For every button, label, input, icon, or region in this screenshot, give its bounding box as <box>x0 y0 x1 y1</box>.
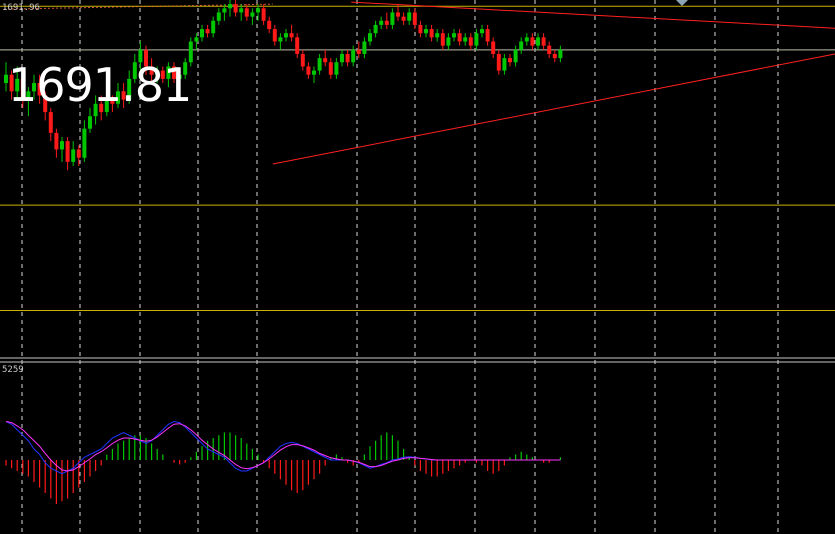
top-price-label: 1691.96 <box>2 3 40 13</box>
candle-body <box>295 37 300 54</box>
current-price-display: 1691.81 <box>8 58 192 112</box>
candle-body <box>440 33 445 46</box>
candle-body <box>401 16 406 21</box>
candle-body <box>480 29 484 34</box>
candle-body <box>65 141 70 162</box>
candle-body <box>508 58 512 63</box>
candle-body <box>536 37 540 46</box>
candle-body <box>474 33 479 46</box>
candle-body <box>457 33 462 42</box>
candle-body <box>334 62 339 75</box>
candle-body <box>390 12 395 25</box>
candle-body <box>356 49 361 54</box>
macd-panel <box>5 420 562 504</box>
candle-body <box>278 37 283 42</box>
candle-body <box>452 33 456 38</box>
candle-body <box>244 8 249 17</box>
candle-body <box>485 29 490 42</box>
candle-body <box>524 37 529 42</box>
candle-body <box>547 45 552 54</box>
candle-body <box>233 4 238 13</box>
candle-body <box>228 4 232 9</box>
candle-body <box>384 20 389 25</box>
candle-body <box>429 29 434 38</box>
candle-body <box>211 20 216 34</box>
candle-body <box>519 41 524 50</box>
candle-body <box>239 8 244 13</box>
candle-body <box>340 53 344 63</box>
candle-body <box>306 66 311 75</box>
candle-body <box>373 24 378 34</box>
candle-body <box>396 12 400 17</box>
candle-body <box>368 33 372 42</box>
candle-body <box>345 53 350 63</box>
candle-body <box>48 112 53 133</box>
candle-body <box>379 20 384 25</box>
candle-body <box>496 53 501 71</box>
horizontal-levels <box>0 5 835 312</box>
candle-body <box>88 116 92 129</box>
candle-body <box>468 37 473 46</box>
candle-body <box>558 49 563 59</box>
indicator-value-label: 5259 <box>2 365 24 375</box>
candle-body <box>289 33 294 38</box>
candle-body <box>222 8 227 13</box>
candle-body <box>328 62 333 75</box>
candle-body <box>261 8 266 21</box>
candle-body <box>272 29 277 42</box>
candle-body <box>200 29 204 38</box>
candle-body <box>446 37 451 46</box>
candle-body <box>362 41 367 54</box>
candle-body <box>216 12 221 21</box>
scroll-marker-icon[interactable] <box>676 0 688 6</box>
candle-body <box>60 141 64 150</box>
candle-body <box>267 20 272 30</box>
candle-body <box>256 8 260 13</box>
support-trendline <box>272 53 835 165</box>
candle-body <box>205 29 210 34</box>
candle-body <box>323 58 328 63</box>
candle-body <box>491 41 496 54</box>
candle-body <box>418 24 423 34</box>
candle-body <box>552 53 557 59</box>
candle-body <box>412 12 417 25</box>
candle-body <box>250 12 255 17</box>
candle-body <box>71 149 76 162</box>
candle-body <box>541 37 546 46</box>
candle-body <box>317 58 322 71</box>
candle-body <box>435 33 440 38</box>
candle-body <box>54 132 59 150</box>
candle-body <box>424 29 428 34</box>
candle-body <box>76 149 81 158</box>
candle-body <box>82 128 87 158</box>
candle-body <box>407 12 412 21</box>
candle-body <box>351 49 356 63</box>
candle-body <box>194 37 199 42</box>
macd-line <box>5 420 561 475</box>
candle-body <box>502 58 507 71</box>
candle-body <box>312 70 316 75</box>
candle-body <box>300 53 305 67</box>
candle-body <box>513 49 518 63</box>
candle-body <box>284 33 288 38</box>
candle-body <box>530 37 535 46</box>
candle-body <box>463 37 468 42</box>
signal-line <box>5 421 561 472</box>
